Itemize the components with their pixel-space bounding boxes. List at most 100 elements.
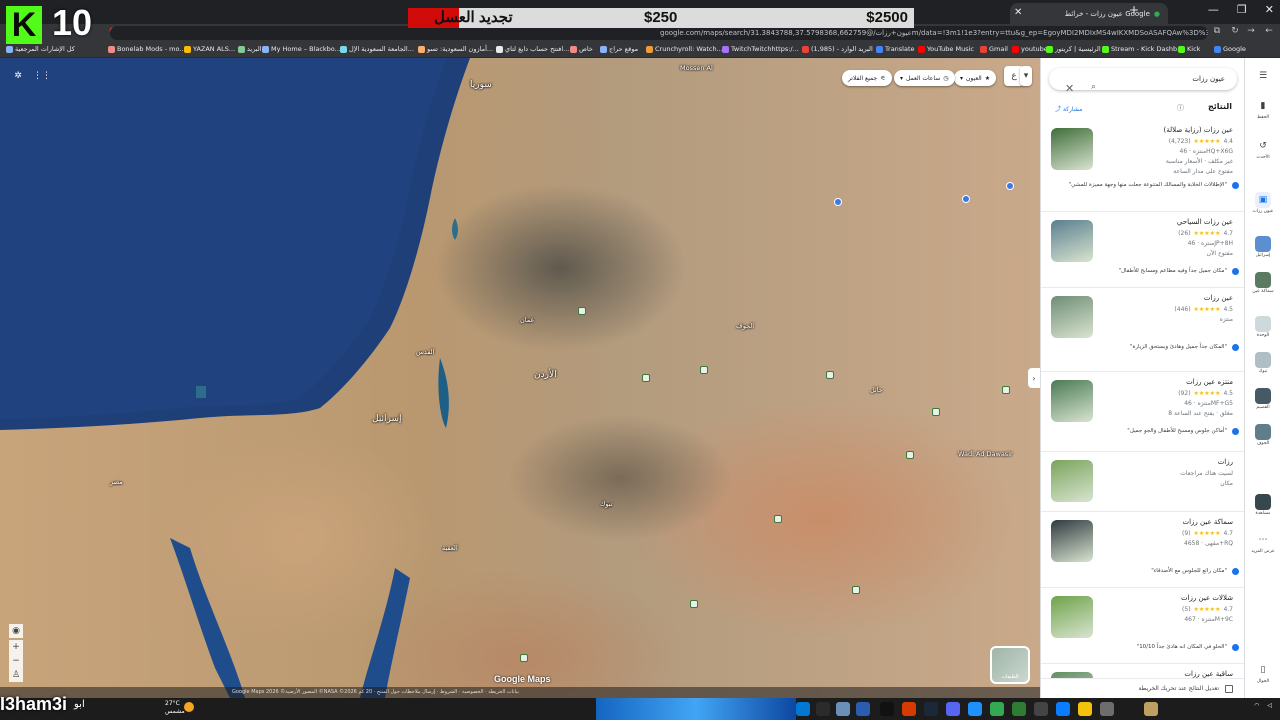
chip-hours[interactable]: ▾ ساعات العمل ◷	[894, 70, 955, 86]
grid-icon[interactable]: ⋮⋮	[32, 66, 52, 86]
rail-mobile[interactable]: ▯ الجوال	[1245, 662, 1280, 684]
chip-open-now[interactable]: ▾ العيون ★	[954, 70, 997, 86]
bookmark-university[interactable]: الجامعة السعودية الإل...	[340, 45, 414, 53]
search-taskbar-icon[interactable]	[816, 702, 830, 716]
result-item[interactable]: عين رزات (رزاية صلالة) (4,723) ★★★★★ 4.4 منت…	[1041, 120, 1244, 212]
result-item[interactable]: عين رزات السياحي (26) ★★★★★ 4.7 منتزه · 46JP…	[1041, 212, 1244, 288]
result-thumbnail[interactable]	[1051, 128, 1093, 170]
tab-close-icon[interactable]: ✕	[1014, 7, 1022, 18]
wifi-icon[interactable]: ◠	[1254, 702, 1259, 709]
address-bar[interactable]: google.com/maps/search/عيون+رزات/@31.384…	[110, 26, 1208, 40]
rail-israel[interactable]: إسرائيل	[1245, 236, 1280, 258]
info-icon[interactable]: ⓘ	[1177, 103, 1184, 113]
pegman-icon[interactable]: ♙	[9, 668, 23, 682]
rail-tabuk[interactable]: تبوك	[1245, 352, 1280, 374]
bookmark-private[interactable]: خاص	[570, 45, 593, 53]
search-icon[interactable]: ⌕	[1091, 82, 1096, 92]
result-name[interactable]: شلالات عين رزات	[1181, 594, 1233, 602]
apps-icon[interactable]: ✲	[8, 66, 28, 86]
app-icon[interactable]	[902, 702, 916, 716]
result-thumbnail[interactable]	[1051, 380, 1093, 422]
app-icon[interactable]	[1056, 702, 1070, 716]
my-location-icon[interactable]: ◉	[9, 624, 23, 638]
place-marker[interactable]	[852, 586, 860, 594]
zoom-out-button[interactable]: −	[9, 654, 23, 668]
place-marker[interactable]	[578, 307, 586, 315]
place-marker[interactable]	[1002, 386, 1010, 394]
tab-google-maps[interactable]: ✕ عيون رزات - خرائط Google ●	[1010, 3, 1168, 24]
app-icon[interactable]	[1034, 702, 1048, 716]
app-icon[interactable]	[1100, 702, 1114, 716]
search-box[interactable]: ✕ ⌕	[1049, 68, 1237, 95]
app-icon[interactable]	[836, 702, 850, 716]
result-thumbnail[interactable]	[1051, 220, 1093, 262]
close-icon[interactable]: ✕	[1065, 82, 1074, 95]
place-marker[interactable]	[690, 600, 698, 608]
reload-icon[interactable]: ↻	[1228, 26, 1242, 36]
app-icon[interactable]	[880, 702, 894, 716]
rail-saved[interactable]: ▮ الحفظ	[1245, 98, 1280, 120]
rail-qassim[interactable]: القصيم	[1245, 388, 1280, 410]
bookmark-google[interactable]: Google	[1214, 45, 1246, 53]
bookmark-twitch[interactable]: TwitchTwitchhttps:/...	[722, 45, 799, 53]
extensions-icon[interactable]: ⧉	[1210, 26, 1224, 36]
place-marker[interactable]	[932, 408, 940, 416]
layers-button[interactable]: الطبقات	[990, 646, 1030, 684]
folder-icon[interactable]	[1078, 702, 1092, 716]
start-icon[interactable]	[796, 702, 810, 716]
place-marker[interactable]	[774, 515, 782, 523]
place-marker[interactable]	[520, 654, 528, 662]
rail-recent[interactable]: ↺ الأحدث	[1245, 138, 1280, 160]
bookmark-kick-dashboard[interactable]: Stream - Kick Dashb...	[1102, 45, 1183, 53]
result-item[interactable]: سماكة عين رزات (9) ★★★★★ 4.7 مقهى · 4658+RQ "…	[1041, 512, 1244, 588]
place-marker[interactable]	[834, 198, 842, 206]
rail-more[interactable]: ⋯ عرض المزيد	[1245, 532, 1280, 554]
app-icon[interactable]	[856, 702, 870, 716]
result-thumbnail[interactable]	[1051, 520, 1093, 562]
result-thumbnail[interactable]	[1051, 296, 1093, 338]
back-icon[interactable]: →	[1244, 26, 1258, 36]
steam-icon[interactable]	[924, 702, 938, 716]
result-name[interactable]: عين رزات	[1204, 294, 1233, 302]
result-name[interactable]: ساقية عين رزات	[1184, 670, 1233, 678]
result-name[interactable]: منتزه عين رزات	[1186, 378, 1233, 386]
bookmark-inbox[interactable]: (1,985) - البريد الوارد	[802, 45, 873, 53]
result-item[interactable]: عين رزات (446) ★★★★★ 4.5 منتزه "المكان جداً ج…	[1041, 288, 1244, 372]
search-input[interactable]	[1125, 75, 1225, 83]
rail-view[interactable]: مشاهدة	[1245, 494, 1280, 516]
bookmark-crunchyroll[interactable]: Crunchyroll: Watch...	[646, 45, 723, 53]
rail-fish[interactable]: سماكة عين	[1245, 272, 1280, 294]
bookmark-mail[interactable]: البريد	[238, 45, 262, 53]
bookmark-amazon[interactable]: أمازون السعودية: تسو...	[418, 45, 493, 53]
result-thumbnail[interactable]	[1051, 460, 1093, 502]
result-name[interactable]: عين رزات (رزاية صلالة)	[1164, 126, 1233, 134]
result-name[interactable]: رزات	[1218, 458, 1233, 466]
bookmark-all[interactable]: كل الإشارات المرجعية	[6, 45, 75, 53]
bookmark-blackboard[interactable]: My Home – Blackbo...	[262, 45, 341, 53]
rail-unit[interactable]: الوحدة	[1245, 316, 1280, 338]
window-close-icon[interactable]: ✕	[1265, 3, 1274, 16]
update-results-checkbox[interactable]	[1225, 684, 1233, 693]
app-icon[interactable]	[1144, 702, 1158, 716]
result-item[interactable]: رزات لسيت هناك مراجعات مكان	[1041, 452, 1244, 512]
collapse-panel-button[interactable]: ›	[1028, 368, 1040, 388]
minimize-icon[interactable]: —	[1208, 3, 1219, 16]
weather-widget[interactable]: 27°C مشمس	[165, 700, 185, 716]
bookmark-translate[interactable]: Translate	[876, 45, 915, 53]
bookmark-youtube[interactable]: youtube	[1012, 45, 1048, 53]
bookmark-haraj[interactable]: موقع حراج	[600, 45, 638, 53]
maximize-icon[interactable]: ❐	[1237, 3, 1247, 16]
chevron-down-icon[interactable]: ▾	[1020, 66, 1032, 86]
result-item[interactable]: منتزه عين رزات (92) ★★★★★ 4.5 منتزه · 46MF+G…	[1041, 372, 1244, 452]
volume-icon[interactable]: ◁	[1267, 702, 1272, 709]
zoom-in-button[interactable]: +	[9, 640, 23, 654]
update-results-toggle[interactable]: تعديل النتائج عند تحريك الخريطة	[1041, 678, 1244, 698]
new-tab-icon[interactable]: +	[1126, 3, 1142, 17]
result-name[interactable]: سماكة عين رزات	[1183, 518, 1234, 526]
discord-icon[interactable]	[946, 702, 960, 716]
place-marker[interactable]	[1006, 182, 1014, 190]
result-name[interactable]: عين رزات السياحي	[1177, 218, 1233, 226]
chip-all-filters[interactable]: جميع الفلاتر ⚟	[842, 70, 892, 86]
share-button[interactable]: ⤴ مشاركة	[1055, 104, 1082, 113]
place-marker[interactable]	[962, 195, 970, 203]
